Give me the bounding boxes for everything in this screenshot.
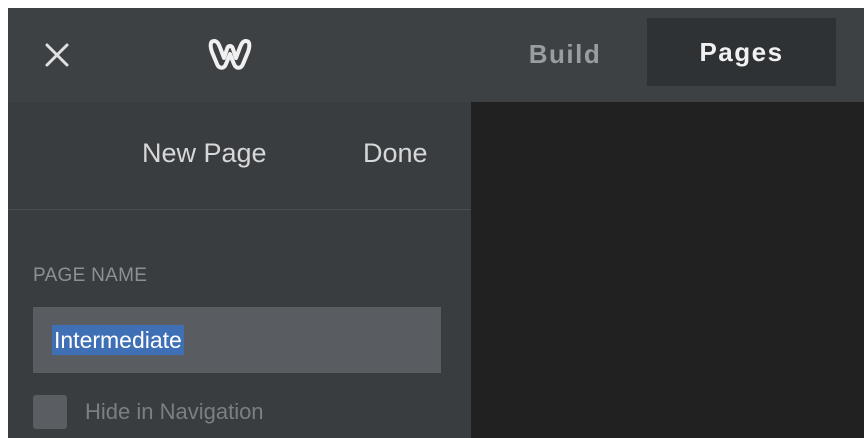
close-icon <box>45 43 69 67</box>
weebly-logo-icon <box>208 32 252 72</box>
hide-in-navigation-option[interactable]: Hide in Navigation <box>33 395 264 429</box>
panel-header: New Page Done <box>8 102 471 210</box>
done-button[interactable]: Done <box>363 132 428 174</box>
new-page-button[interactable]: New Page <box>142 132 267 174</box>
hide-in-navigation-label: Hide in Navigation <box>85 399 264 424</box>
page-name-field[interactable]: Intermediate <box>33 307 441 373</box>
close-button[interactable] <box>38 36 76 74</box>
page-name-label: PAGE NAME <box>33 265 148 286</box>
top-bar: Build Pages <box>8 8 864 102</box>
page-name-input[interactable] <box>33 307 441 373</box>
hide-in-navigation-checkbox[interactable] <box>33 395 67 429</box>
site-preview-area <box>471 102 864 438</box>
editor-window: Build Pages New Page Done PAGE NAME Inte… <box>8 8 864 438</box>
page-settings-panel: New Page Done PAGE NAME Intermediate Hid… <box>8 102 471 438</box>
tab-pages[interactable]: Pages <box>647 18 836 86</box>
tab-build[interactable]: Build <box>500 22 630 86</box>
